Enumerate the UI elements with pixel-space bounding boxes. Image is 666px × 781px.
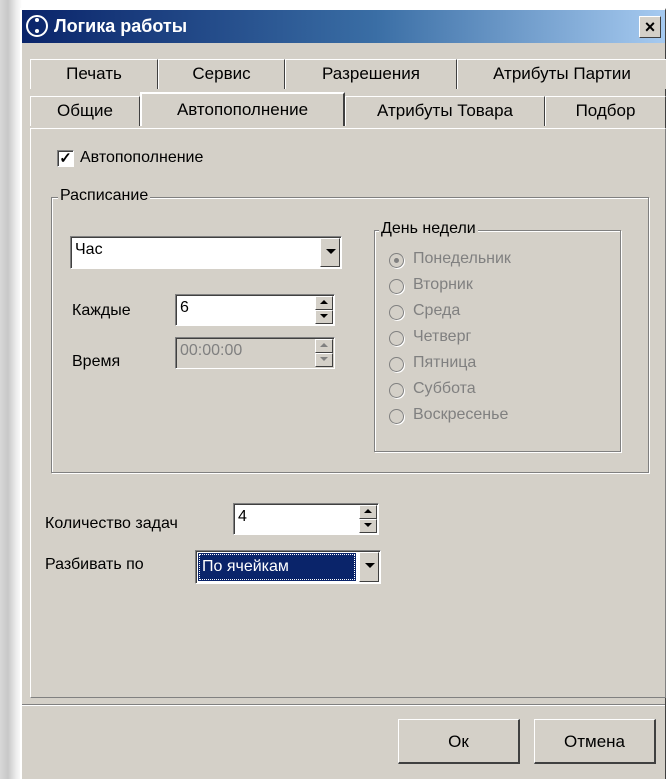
radio-sunday	[389, 409, 404, 424]
weekday-label-sunday: Воскресенье	[413, 406, 509, 423]
tab-row-bottom: Общие Автопополнение Атрибуты Товара Под…	[30, 92, 666, 126]
weekday-label-thursday: Четверг	[413, 328, 472, 345]
weekday-label-monday: Понедельник	[413, 250, 511, 267]
every-label: Каждые	[72, 302, 131, 319]
autorefill-label: Автопополнение	[80, 149, 204, 166]
tab-service[interactable]: Сервис	[158, 59, 285, 89]
autorefill-checkbox[interactable]: ✓	[57, 150, 74, 167]
radio-wednesday	[389, 305, 404, 320]
period-select-value: Час	[75, 241, 103, 258]
close-button[interactable]: ×	[639, 16, 661, 38]
every-input[interactable]: 6	[175, 294, 335, 326]
split-label: Разбивать по	[45, 556, 144, 573]
time-spin-up	[315, 339, 333, 353]
app-icon	[26, 15, 48, 37]
schedule-group: Расписание Час Каждые 6 Время 00:00:00 Д…	[51, 187, 649, 473]
tab-batch-attributes[interactable]: Атрибуты Партии	[457, 59, 666, 89]
time-label: Время	[72, 353, 121, 370]
weekday-label-saturday: Суббота	[413, 380, 476, 397]
tasks-spin-up[interactable]	[359, 505, 377, 519]
title-bar: Логика работы ×	[22, 10, 665, 43]
button-bar: Ок Отмена	[22, 704, 665, 781]
tasks-label: Количество задач	[45, 515, 178, 532]
weekday-label-friday: Пятница	[413, 354, 477, 371]
tab-print[interactable]: Печать	[30, 59, 158, 89]
weekday-group-title: День недели	[379, 220, 478, 238]
cancel-button[interactable]: Отмена	[534, 719, 656, 764]
radio-monday	[389, 253, 404, 268]
time-spinner	[315, 339, 333, 367]
split-select[interactable]: По ячейкам	[195, 550, 381, 584]
tab-general[interactable]: Общие	[30, 96, 140, 126]
tab-panel-autorefill: ✓ Автопополнение Расписание Час Каждые 6…	[30, 128, 666, 698]
tab-product-attributes[interactable]: Атрибуты Товара	[345, 96, 545, 126]
schedule-group-title: Расписание	[58, 187, 151, 205]
tasks-spinner[interactable]	[359, 505, 377, 533]
tab-autorefill[interactable]: Автопополнение	[140, 92, 345, 126]
weekday-label-tuesday: Вторник	[413, 276, 473, 293]
time-input-value: 00:00:00	[180, 342, 243, 359]
radio-saturday	[389, 383, 404, 398]
radio-thursday	[389, 331, 404, 346]
every-spin-up[interactable]	[315, 296, 333, 310]
tasks-spin-down[interactable]	[359, 519, 377, 533]
radio-friday	[389, 357, 404, 372]
window-title: Логика работы	[54, 16, 188, 36]
weekday-group: День недели Понедельник Вторник Среда Че…	[374, 220, 621, 452]
tasks-input-value: 4	[238, 508, 247, 525]
time-input: 00:00:00	[175, 337, 335, 369]
split-dropdown-button[interactable]	[359, 552, 379, 582]
tab-row-top: Печать Сервис Разрешения Атрибуты Партии	[30, 59, 666, 89]
every-spin-down[interactable]	[315, 310, 333, 324]
split-select-value: По ячейкам	[198, 553, 356, 581]
period-dropdown-button[interactable]	[320, 238, 340, 267]
dialog-window: Логика работы × Печать Сервис Разрешения…	[20, 8, 666, 779]
period-select[interactable]: Час	[70, 236, 342, 269]
tab-selection[interactable]: Подбор	[545, 96, 666, 126]
ok-button[interactable]: Ок	[398, 719, 520, 764]
radio-tuesday	[389, 279, 404, 294]
every-input-value: 6	[180, 299, 189, 316]
weekday-label-wednesday: Среда	[413, 302, 461, 319]
tab-permissions[interactable]: Разрешения	[285, 59, 457, 89]
time-spin-down	[315, 353, 333, 367]
every-spinner[interactable]	[315, 296, 333, 324]
tasks-input[interactable]: 4	[233, 503, 379, 535]
